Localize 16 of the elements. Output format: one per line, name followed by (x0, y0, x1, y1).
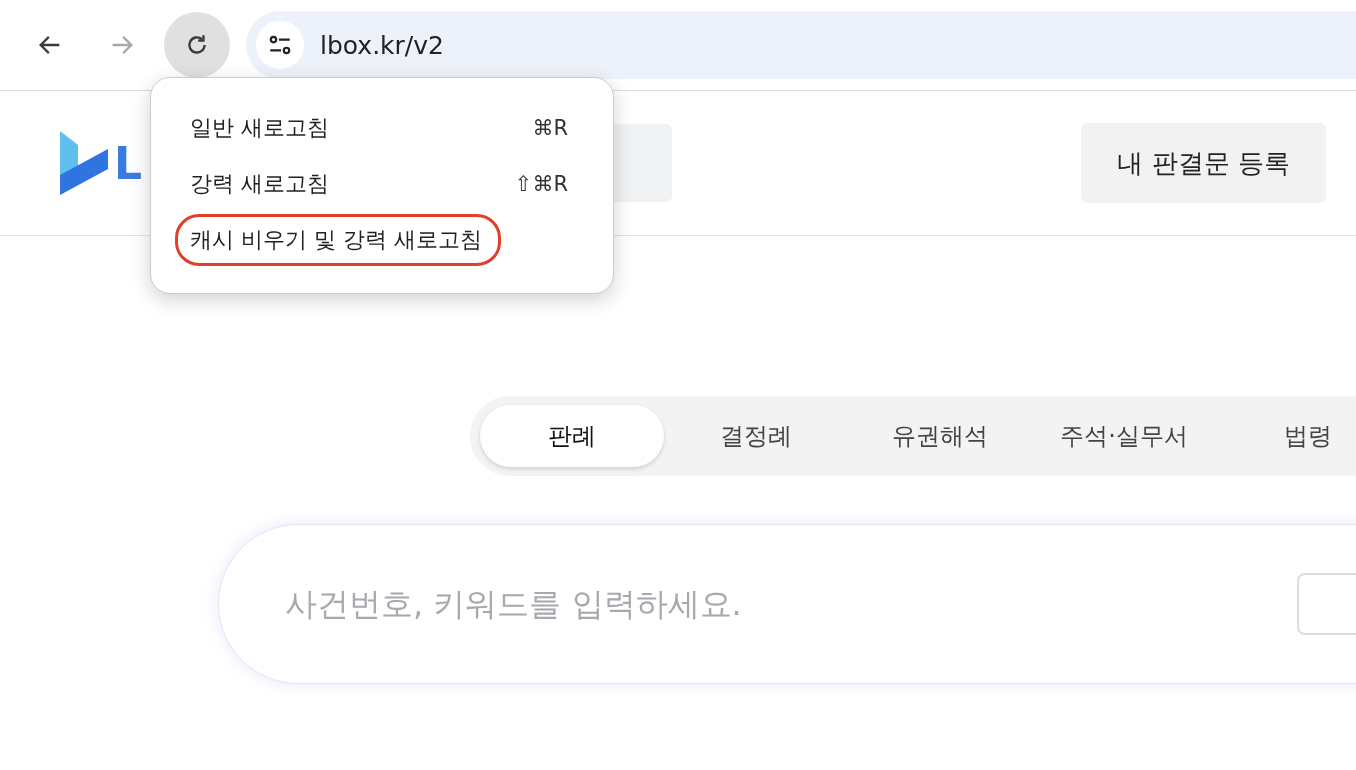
register-button[interactable]: 내 판결문 등록 (1081, 123, 1326, 203)
logo-text: L (114, 137, 143, 189)
logo-icon (60, 131, 108, 195)
tab[interactable]: 유권해석 (848, 405, 1032, 467)
tab[interactable]: 결정례 (664, 405, 848, 467)
tab[interactable]: 주석·실무서 (1032, 405, 1216, 467)
menu-item[interactable]: 캐시 비우기 및 강력 새로고침 (175, 214, 501, 266)
shortcut-text: ⌘R (532, 116, 568, 140)
menu-item[interactable]: 강력 새로고침 ⇧⌘R (175, 158, 587, 210)
tab[interactable]: 판례 (480, 405, 664, 467)
menu-item[interactable]: 일반 새로고침 ⌘R (175, 102, 587, 154)
site-settings-icon[interactable] (256, 21, 304, 69)
url-text: lbox.kr/v2 (320, 30, 444, 60)
address-bar[interactable]: lbox.kr/v2 (246, 11, 1356, 79)
tab[interactable]: 법령 (1216, 405, 1356, 467)
shortcut-text: ⇧⌘R (514, 172, 568, 196)
